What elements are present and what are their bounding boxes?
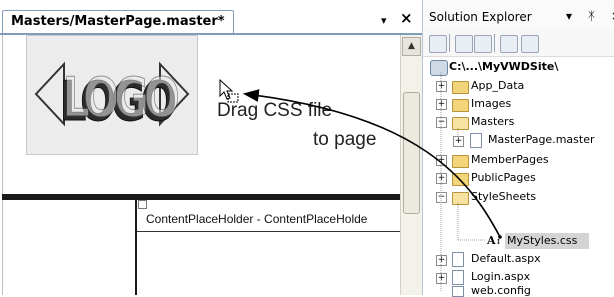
- curved-drag-arrow: [242, 89, 502, 239]
